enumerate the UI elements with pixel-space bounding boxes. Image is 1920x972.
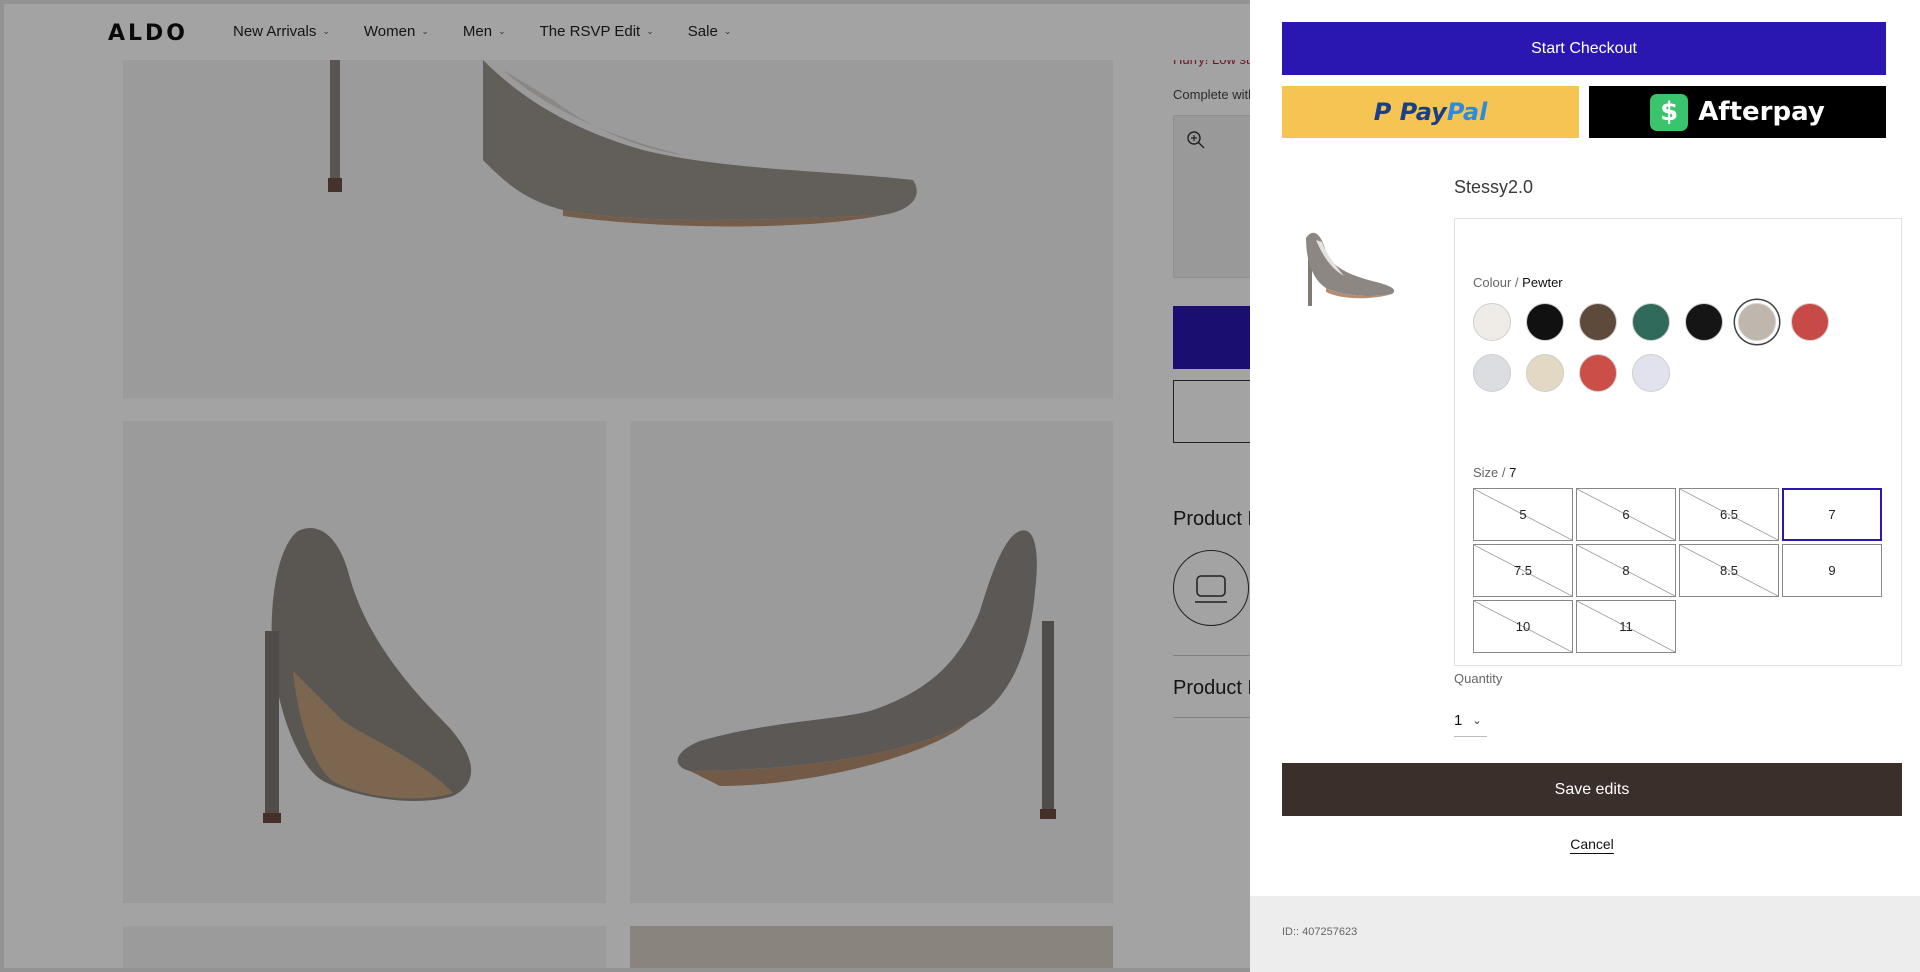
colour-swatch-brown[interactable] [1579, 303, 1617, 341]
colour-label: Colour / Pewter [1473, 275, 1563, 290]
modal-backdrop[interactable] [0, 0, 1250, 972]
colour-swatch-white[interactable] [1473, 303, 1511, 341]
afterpay-button[interactable]: $ Afterpay [1589, 86, 1886, 138]
size-option-10[interactable]: 10 [1473, 600, 1573, 653]
size-option-5[interactable]: 5 [1473, 488, 1573, 541]
colour-swatch-black[interactable] [1685, 303, 1723, 341]
chevron-down-icon: ⌄ [1472, 714, 1482, 727]
afterpay-dollar-icon: $ [1650, 93, 1689, 131]
start-checkout-button[interactable]: Start Checkout [1282, 22, 1886, 75]
colour-swatch-red[interactable] [1791, 303, 1829, 341]
drawer-footer: ID:: 407257623 [1250, 896, 1920, 972]
quantity-label: Quantity [1454, 671, 1503, 686]
pump-heel-icon [1306, 232, 1395, 306]
size-option-8-5[interactable]: 8.5 [1679, 544, 1779, 597]
item-id: ID:: 407257623 [1282, 926, 1358, 938]
product-name: Stessy2.0 [1454, 177, 1534, 197]
colour-swatch-coral[interactable] [1579, 354, 1617, 392]
quantity-select[interactable]: 1 ⌄ [1454, 704, 1487, 737]
colour-swatch-pewter[interactable] [1738, 303, 1776, 341]
paypal-button[interactable]: P PayPal [1282, 86, 1579, 138]
size-option-11[interactable]: 11 [1576, 600, 1676, 653]
selected-colour: Pewter [1522, 275, 1563, 290]
afterpay-label: Afterpay [1698, 97, 1825, 127]
selected-size: 7 [1509, 465, 1517, 480]
size-option-7[interactable]: 7 [1782, 488, 1882, 541]
size-grid: 5 6 6.5 7 7.5 8 8.5 9 10 11 [1473, 488, 1882, 653]
cancel-button[interactable]: Cancel [1570, 836, 1614, 854]
colour-swatch-green[interactable] [1632, 303, 1670, 341]
variant-options-panel: Colour / Pewter Size / 7 5 6 6.5 7 7.5 8 8.5 9 1… [1454, 218, 1902, 666]
size-label: Size / 7 [1473, 465, 1517, 480]
size-option-7-5[interactable]: 7.5 [1473, 544, 1573, 597]
size-option-6-5[interactable]: 6.5 [1679, 488, 1779, 541]
colour-swatch-black-patent[interactable] [1526, 303, 1564, 341]
product-thumbnail [1292, 216, 1410, 316]
paypal-logo: P PayPal [1373, 98, 1488, 126]
cancel-button-wrap: Cancel [1250, 836, 1920, 854]
edit-item-drawer: Start Checkout P PayPal $ Afterpay Stess… [1250, 0, 1920, 972]
save-edits-button[interactable]: Save edits [1282, 763, 1902, 816]
size-option-6[interactable]: 6 [1576, 488, 1676, 541]
colour-swatch-silver-embellished[interactable] [1473, 354, 1511, 392]
colour-swatch-lilac-silver[interactable] [1632, 354, 1670, 392]
size-option-8[interactable]: 8 [1576, 544, 1676, 597]
colour-swatch-gold-embellished[interactable] [1526, 354, 1564, 392]
size-option-9[interactable]: 9 [1782, 544, 1882, 597]
